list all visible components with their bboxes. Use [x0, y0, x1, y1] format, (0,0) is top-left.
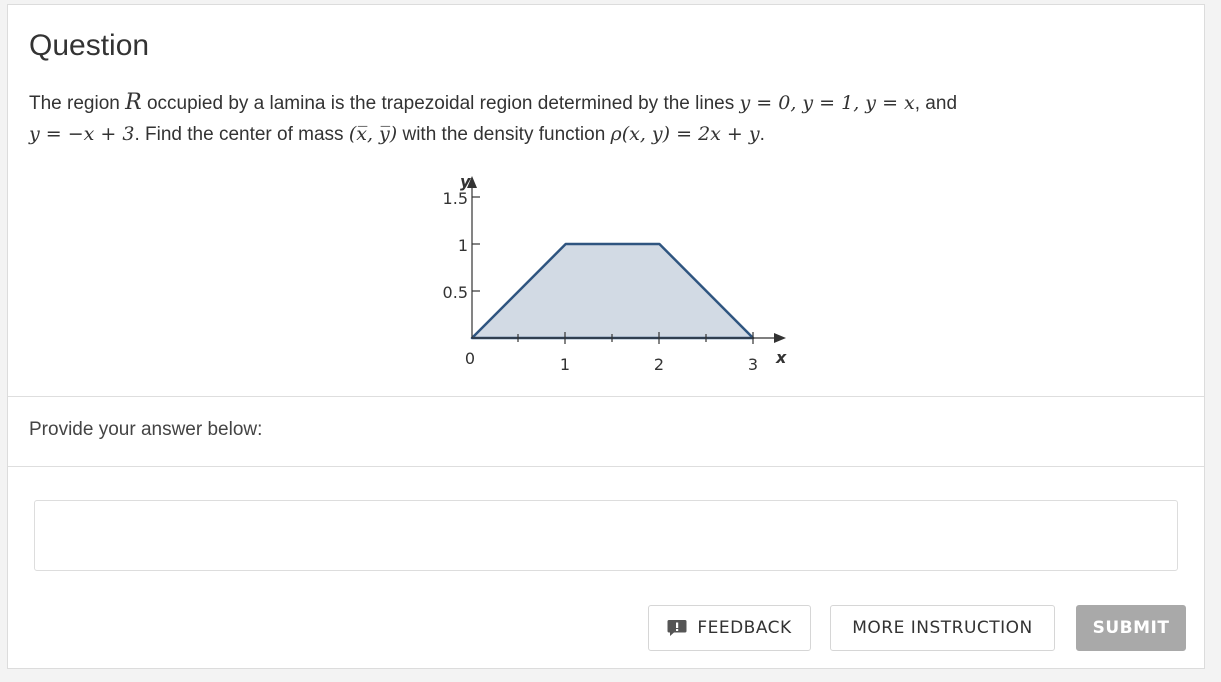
question-text-part: with the density function [397, 124, 611, 145]
x-tick-label: 3 [748, 355, 758, 374]
math-region-r: R [125, 90, 142, 115]
x-tick-label: 1 [560, 355, 570, 374]
trapezoid-region [470, 242, 755, 340]
submit-label: SUBMIT [1092, 618, 1170, 638]
section-divider [8, 396, 1204, 397]
answer-prompt: Provide your answer below: [29, 419, 263, 440]
x-tick-label: 0 [465, 349, 475, 368]
question-text-part: . [759, 124, 765, 145]
math-center-of-mass: (x̅, y̅) [348, 123, 398, 145]
question-text-part: occupied by a lamina is the trapezoidal … [141, 93, 740, 114]
feedback-icon [667, 620, 687, 636]
more-instruction-button[interactable]: MORE INSTRUCTION [830, 605, 1055, 651]
question-heading: Question [29, 29, 150, 62]
question-text: The region R occupied by a lamina is the… [29, 88, 1179, 150]
question-text-part: . Find the center of mass [134, 124, 349, 145]
x-axis-label: x [775, 348, 787, 367]
y-tick-label: 1 [458, 236, 468, 255]
y-tick-label: 1.5 [443, 189, 468, 208]
y-tick-label: 0.5 [443, 283, 468, 302]
math-density: ρ(x, y) = 2x + y [610, 123, 760, 145]
feedback-button[interactable]: FEEDBACK [648, 605, 811, 651]
math-line-4: y = −x + 3 [29, 123, 135, 145]
trapezoid-graph: y x 1.5 1 0.5 0 1 2 3 [443, 172, 787, 374]
feedback-label: FEEDBACK [697, 618, 792, 638]
question-text-part: The region [29, 93, 126, 114]
submit-button[interactable]: SUBMIT [1076, 605, 1186, 651]
question-card: Question The region R occupied by a lami… [7, 4, 1205, 669]
x-tick-label: 2 [654, 355, 664, 374]
answer-input[interactable] [34, 500, 1178, 571]
math-lines: y = 0, y = 1, y = x [739, 92, 915, 114]
more-instruction-label: MORE INSTRUCTION [852, 618, 1033, 638]
section-divider [8, 466, 1204, 467]
x-axis-arrow-icon [774, 333, 786, 343]
question-text-part: , and [914, 93, 958, 114]
